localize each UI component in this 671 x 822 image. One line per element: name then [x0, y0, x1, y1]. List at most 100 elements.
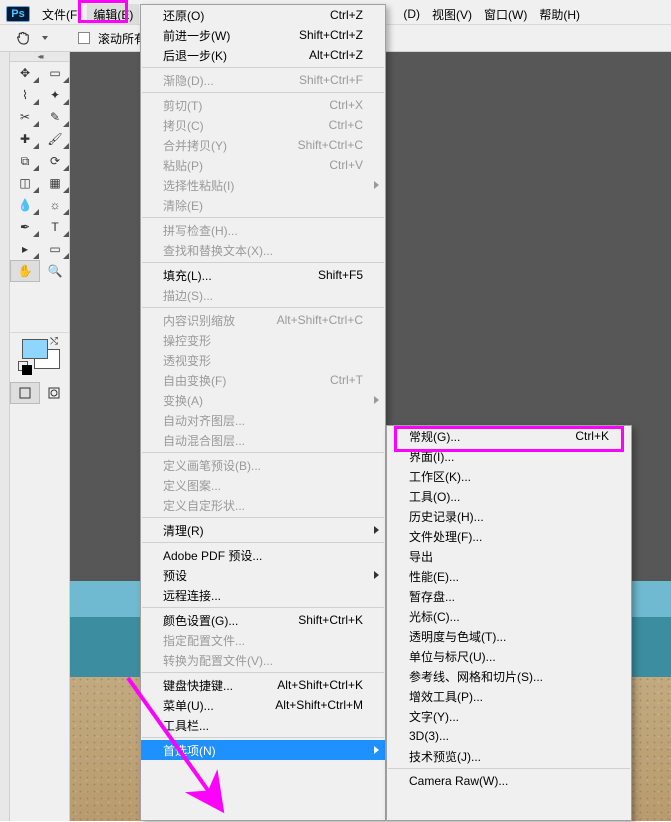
menu-help[interactable]: 帮助(H)	[533, 4, 586, 25]
prefs-menu-item[interactable]: 工具(O)...	[387, 486, 631, 506]
menu-divider	[142, 217, 384, 218]
history-brush-tool[interactable]: ⟳	[40, 150, 70, 172]
menu-item-label: 暂存盘...	[409, 588, 609, 605]
menu-item-label: 3D(3)...	[409, 729, 609, 743]
scroll-all-checkbox[interactable]	[78, 32, 90, 44]
edit-menu-item[interactable]: 预设	[141, 565, 385, 585]
menu-item-label: 变换(A)	[163, 392, 363, 409]
menu-item-label: 合并拷贝(Y)	[163, 137, 286, 154]
gradient-tool[interactable]: ▦	[40, 172, 70, 194]
quick-mask-button[interactable]	[40, 382, 69, 404]
prefs-menu-item[interactable]: 性能(E)...	[387, 566, 631, 586]
menu-file[interactable]: 文件(F)	[36, 4, 87, 25]
type-tool[interactable]: T	[40, 216, 70, 238]
spot-heal-tool[interactable]: ✚	[10, 128, 40, 150]
toolbox-collapse[interactable]: ◂◂	[10, 52, 69, 62]
menu-item-label: 前进一步(W)	[163, 27, 287, 44]
toolbox-below	[10, 406, 70, 821]
edit-menu-item[interactable]: 颜色设置(G)...Shift+Ctrl+K	[141, 610, 385, 630]
menu-item-shortcut: Ctrl+V	[329, 158, 363, 172]
eraser-tool[interactable]: ◫	[10, 172, 40, 194]
swap-colors-icon[interactable]: ⤭	[50, 336, 58, 347]
hand-tool-preset-icon[interactable]	[14, 29, 32, 47]
edit-menu-item[interactable]: 清理(R)	[141, 520, 385, 540]
prefs-menu-item[interactable]: 文件处理(F)...	[387, 526, 631, 546]
edit-menu-item[interactable]: 后退一步(K)Alt+Ctrl+Z	[141, 45, 385, 65]
edit-menu-item: 内容识别缩放Alt+Shift+Ctrl+C	[141, 310, 385, 330]
edit-menu-item[interactable]: 工具栏...	[141, 715, 385, 735]
toolbox: ◂◂ ✥▭⌇✦✂✎✚🖌⧉⟳◫▦💧☼✒T▸▭✋🔍	[10, 52, 70, 352]
foreground-color-swatch[interactable]	[22, 339, 48, 359]
marquee-tool[interactable]: ▭	[40, 62, 70, 84]
menu-item-shortcut: Alt+Shift+Ctrl+C	[277, 313, 363, 327]
menu-item-label: 导出	[409, 548, 609, 565]
pen-tool[interactable]: ✒	[10, 216, 40, 238]
menu-divider	[142, 517, 384, 518]
edit-menu-item: 自动对齐图层...	[141, 410, 385, 430]
prefs-menu-item[interactable]: 导出	[387, 546, 631, 566]
edit-menu-item[interactable]: 首选项(N)	[141, 740, 385, 760]
mask-mode-toggle	[10, 382, 70, 406]
edit-menu-item: 选择性粘贴(I)	[141, 175, 385, 195]
hand-tool[interactable]: ✋	[10, 260, 40, 282]
quick-select-tool[interactable]: ✦	[40, 84, 70, 106]
prefs-menu-item[interactable]: 3D(3)...	[387, 726, 631, 746]
brush-tool[interactable]: 🖌	[40, 128, 70, 150]
path-select-tool[interactable]: ▸	[10, 238, 40, 260]
menu-item-label: 界面(I)...	[409, 448, 609, 465]
menu-divider	[142, 92, 384, 93]
menu-divider	[142, 607, 384, 608]
menu-item-shortcut: Shift+Ctrl+F	[299, 73, 363, 87]
edit-menu-item: 剪切(T)Ctrl+X	[141, 95, 385, 115]
prefs-menu-item[interactable]: 透明度与色域(T)...	[387, 626, 631, 646]
menu-view[interactable]: 视图(V)	[426, 4, 478, 25]
menu-item-label: 自动混合图层...	[163, 432, 363, 449]
menu-item-label: 工作区(K)...	[409, 468, 609, 485]
prefs-menu-item[interactable]: 文字(Y)...	[387, 706, 631, 726]
prefs-menu-item[interactable]: 暂存盘...	[387, 586, 631, 606]
menu-window[interactable]: 窗口(W)	[478, 4, 533, 25]
prefs-menu-item[interactable]: 工作区(K)...	[387, 466, 631, 486]
prefs-menu-item[interactable]: 单位与标尺(U)...	[387, 646, 631, 666]
menu-item-label: 工具(O)...	[409, 488, 609, 505]
zoom-tool[interactable]: 🔍	[40, 260, 70, 282]
edit-menu-item[interactable]: 前进一步(W)Shift+Ctrl+Z	[141, 25, 385, 45]
edit-menu-item[interactable]: 菜单(U)...Alt+Shift+Ctrl+M	[141, 695, 385, 715]
lasso-tool[interactable]: ⌇	[10, 84, 40, 106]
default-colors-icon[interactable]	[18, 361, 28, 371]
menu-item-label: Camera Raw(W)...	[409, 774, 609, 788]
menu-edit[interactable]: 编辑(E)	[87, 4, 139, 25]
prefs-menu-item[interactable]: 光标(C)...	[387, 606, 631, 626]
edit-menu-item[interactable]: 还原(O)Ctrl+Z	[141, 5, 385, 25]
clone-stamp-tool[interactable]: ⧉	[10, 150, 40, 172]
edit-menu-item[interactable]: Adobe PDF 预设...	[141, 545, 385, 565]
menu-item-label: 清理(R)	[163, 522, 363, 539]
dodge-tool[interactable]: ☼	[40, 194, 70, 216]
menu-divider	[142, 672, 384, 673]
prefs-menu-item[interactable]: 技术预览(J)...	[387, 746, 631, 766]
menu-item-label: 指定配置文件...	[163, 632, 363, 649]
menu-item-label: 自动对齐图层...	[163, 412, 363, 429]
edit-menu-item[interactable]: 远程连接...	[141, 585, 385, 605]
menu-item-shortcut: Ctrl+T	[330, 373, 363, 387]
eyedropper-tool[interactable]: ✎	[40, 106, 70, 128]
menu-d[interactable]: (D)	[397, 5, 426, 23]
blur-tool[interactable]: 💧	[10, 194, 40, 216]
rectangle-tool[interactable]: ▭	[40, 238, 70, 260]
prefs-menu-item[interactable]: 界面(I)...	[387, 446, 631, 466]
edit-menu-item: 自由变换(F)Ctrl+T	[141, 370, 385, 390]
crop-tool[interactable]: ✂	[10, 106, 40, 128]
edit-menu-item[interactable]: 键盘快捷键...Alt+Shift+Ctrl+K	[141, 675, 385, 695]
ps-logo: Ps	[6, 6, 30, 22]
prefs-menu-item[interactable]: 增效工具(P)...	[387, 686, 631, 706]
tool-preset-dropdown[interactable]	[42, 36, 48, 40]
menu-item-label: 定义图案...	[163, 477, 363, 494]
prefs-menu-item[interactable]: Camera Raw(W)...	[387, 771, 631, 791]
edit-menu-item[interactable]: 填充(L)...Shift+F5	[141, 265, 385, 285]
prefs-menu-item[interactable]: 历史记录(H)...	[387, 506, 631, 526]
standard-mode-button[interactable]	[10, 382, 40, 404]
edit-menu-item: 定义自定形状...	[141, 495, 385, 515]
prefs-menu-item[interactable]: 参考线、网格和切片(S)...	[387, 666, 631, 686]
prefs-menu-item[interactable]: 常规(G)...Ctrl+K	[387, 426, 631, 446]
move-tool[interactable]: ✥	[10, 62, 40, 84]
